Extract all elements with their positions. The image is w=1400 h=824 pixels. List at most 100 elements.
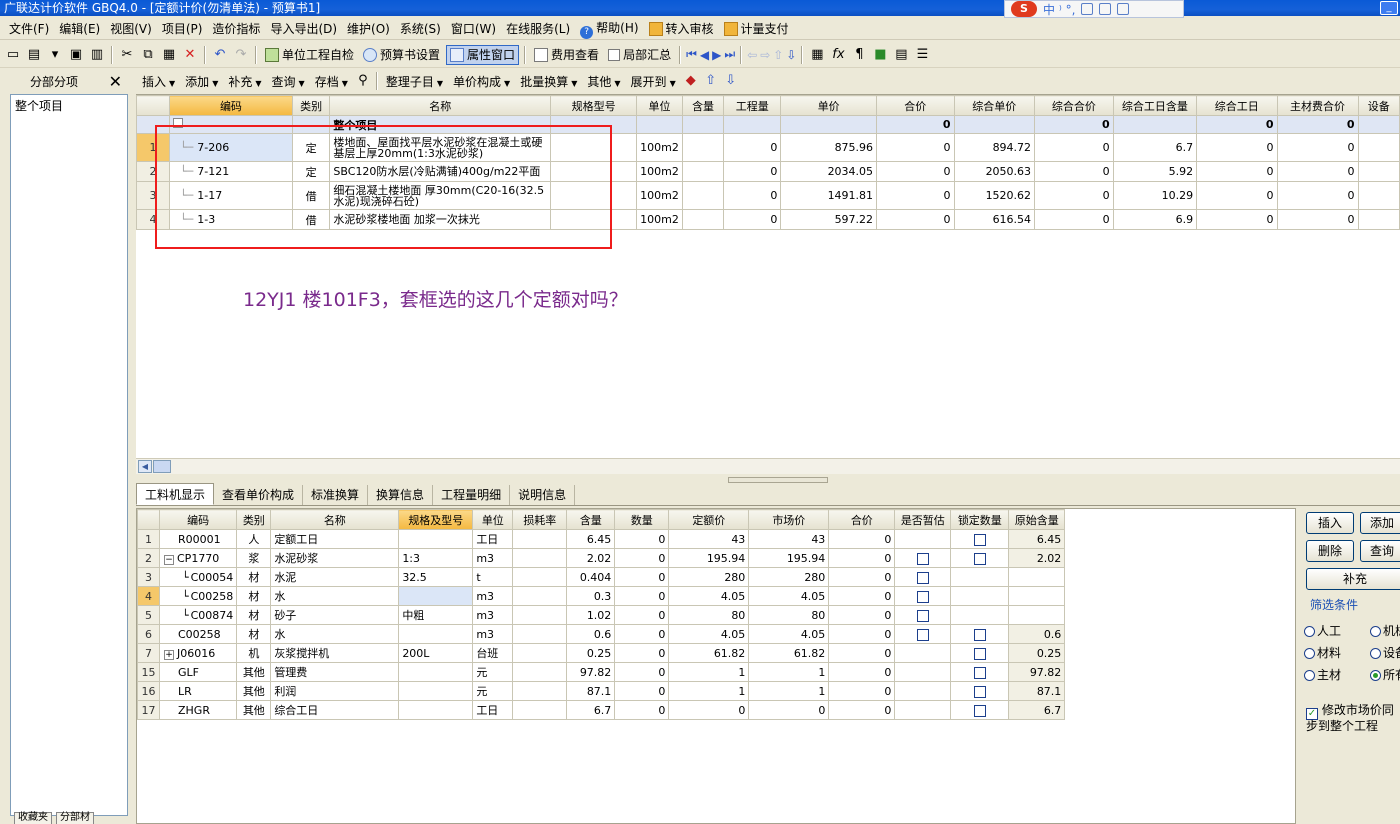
resource-market-price[interactable]: 195.94 bbox=[748, 548, 830, 568]
open-icon[interactable]: ▥ bbox=[88, 46, 106, 64]
col-header[interactable]: 单位 bbox=[472, 509, 514, 530]
menu-item-8[interactable]: 窗口(W) bbox=[446, 19, 501, 39]
menu-item-6[interactable]: 维护(O) bbox=[342, 19, 395, 39]
resource-code[interactable]: + J06016 bbox=[158, 643, 238, 663]
checkbox-icon[interactable] bbox=[916, 609, 929, 622]
undo-icon[interactable]: ↶ bbox=[211, 46, 229, 64]
col-header[interactable]: 含量 bbox=[566, 509, 616, 530]
redo-icon[interactable]: ↷ bbox=[232, 46, 250, 64]
quota-spec[interactable] bbox=[550, 181, 638, 210]
partial-summary-toggle[interactable]: 局部汇总 bbox=[605, 45, 674, 65]
grid-tool-1[interactable]: 添加 ▼ bbox=[181, 73, 222, 90]
tab-2[interactable]: 标准换算 bbox=[303, 485, 369, 505]
quota-unit[interactable]: 100m2 bbox=[636, 181, 683, 210]
tab-1[interactable]: 查看单价构成 bbox=[214, 485, 304, 505]
lock-qty-cell[interactable] bbox=[950, 700, 1010, 720]
resource-name[interactable]: 水泥 bbox=[270, 567, 400, 587]
col-header[interactable]: 市场价 bbox=[748, 509, 830, 530]
col-header[interactable]: 定额价 bbox=[668, 509, 750, 530]
open-folder-icon[interactable]: ▤ bbox=[25, 46, 43, 64]
add-button[interactable]: 添加 bbox=[1360, 512, 1400, 534]
resource-spec[interactable] bbox=[398, 624, 474, 644]
quota-unit[interactable]: 100m2 bbox=[636, 209, 683, 230]
move-right-icon[interactable]: ⇨ bbox=[760, 48, 770, 62]
property-window-button[interactable]: 属性窗口 bbox=[446, 44, 520, 65]
move-left-icon[interactable]: ⇦ bbox=[747, 48, 757, 62]
radio-icon[interactable] bbox=[1304, 648, 1315, 659]
resource-row[interactable]: 3 └ C00054 材水泥 32.5 t 0.404 0 280 280 0 bbox=[137, 567, 1066, 587]
checkbox-icon[interactable] bbox=[916, 628, 929, 641]
quota-type[interactable]: 定 bbox=[291, 161, 331, 182]
row-number[interactable]: 16 bbox=[137, 681, 160, 701]
col-header[interactable]: 合价 bbox=[876, 95, 955, 116]
quota-qty[interactable]: 0 bbox=[723, 161, 782, 182]
quota-spec[interactable] bbox=[550, 161, 638, 182]
resource-type[interactable]: 其他 bbox=[236, 700, 272, 720]
resource-name[interactable]: 管理费 bbox=[270, 662, 400, 682]
col-header[interactable]: 编码 bbox=[158, 509, 238, 530]
resource-content[interactable]: 0.25 bbox=[566, 643, 616, 663]
menu-item-5[interactable]: 导入导出(D) bbox=[265, 19, 342, 39]
lock-qty-cell[interactable] bbox=[950, 681, 1010, 701]
quota-unit[interactable]: 100m2 bbox=[636, 133, 683, 162]
radio-icon[interactable] bbox=[1304, 670, 1315, 681]
row-number[interactable]: 6 bbox=[137, 624, 160, 644]
checkbox-icon[interactable] bbox=[973, 666, 986, 679]
quota-code[interactable]: └─ 1-17 bbox=[169, 181, 293, 210]
resource-market-price[interactable]: 280 bbox=[748, 567, 830, 587]
quota-content[interactable] bbox=[681, 161, 725, 182]
col-header[interactable]: 合价 bbox=[828, 509, 896, 530]
lock-qty-cell[interactable] bbox=[950, 529, 1010, 549]
checkbox-icon[interactable] bbox=[973, 552, 986, 565]
grid-tool-5[interactable]: 整理子目 ▼ bbox=[382, 73, 447, 90]
menu-item-4[interactable]: 造价指标 bbox=[207, 19, 265, 39]
filter-material[interactable]: 材料 bbox=[1304, 644, 1341, 661]
grid-tool-0[interactable]: 插入 ▼ bbox=[138, 73, 179, 90]
new-file-icon[interactable]: ▭ bbox=[4, 46, 22, 64]
grid-tool-2[interactable]: 补充 ▼ bbox=[224, 73, 265, 90]
arrow-down-icon[interactable]: ⇩ bbox=[722, 72, 740, 90]
sync-market-price-option[interactable]: ✓ 修改市场价同步到整个工程 bbox=[1306, 704, 1400, 732]
col-header[interactable]: 锁定数量 bbox=[950, 509, 1010, 530]
quota-name[interactable]: 细石混凝土楼地面 厚30mm(C20-16(32.5水泥)现浇碎石砼) bbox=[329, 181, 552, 210]
resource-market-price[interactable]: 61.82 bbox=[748, 643, 830, 663]
delete-icon[interactable]: ✕ bbox=[181, 46, 199, 64]
resource-loss[interactable] bbox=[512, 700, 568, 720]
radio-icon[interactable] bbox=[1370, 648, 1381, 659]
resource-name[interactable]: 水 bbox=[270, 624, 400, 644]
col-header[interactable]: 是否暂估 bbox=[894, 509, 952, 530]
budget-row[interactable]: 1 └─ 7-206 定楼地面、屋面找平层水泥砂浆在混凝土或硬基层上厚20mm(1:3… bbox=[136, 133, 1400, 162]
filter-equipment[interactable]: 设备 bbox=[1370, 644, 1400, 661]
minimize-button[interactable]: _ bbox=[1380, 1, 1398, 15]
copy-icon[interactable]: ⧉ bbox=[139, 46, 157, 64]
resource-row[interactable]: 15 GLF 其他 管理费元 97.82 0 1 1 0 97.82 bbox=[137, 662, 1066, 682]
row-number[interactable]: 2 bbox=[137, 548, 160, 568]
col-header[interactable]: 单位 bbox=[636, 95, 683, 116]
quota-type[interactable]: 借 bbox=[291, 181, 331, 210]
temp-estimate-cell[interactable] bbox=[894, 624, 952, 644]
folder-dropdown-icon[interactable]: ▾ bbox=[46, 46, 64, 64]
col-header[interactable]: 主材费合价 bbox=[1276, 95, 1359, 116]
resource-loss[interactable] bbox=[512, 567, 568, 587]
quota-qty[interactable]: 0 bbox=[723, 181, 782, 210]
row-number[interactable]: 7 bbox=[137, 643, 160, 663]
resource-spec[interactable]: 200L bbox=[398, 643, 474, 663]
menu-item-10[interactable]: ? 帮助(H) bbox=[575, 18, 643, 39]
resource-content[interactable]: 6.7 bbox=[566, 700, 616, 720]
print-icon[interactable]: ▤ bbox=[892, 46, 910, 64]
resource-content[interactable]: 6.45 bbox=[566, 529, 616, 549]
checkbox-icon[interactable] bbox=[973, 704, 986, 717]
menu-item-11[interactable]: 转入审核 bbox=[644, 19, 719, 39]
resource-spec[interactable]: 32.5 bbox=[398, 567, 474, 587]
resource-name[interactable]: 砂子 bbox=[270, 605, 400, 625]
menu-item-2[interactable]: 视图(V) bbox=[105, 19, 157, 39]
col-header[interactable]: 工程量 bbox=[723, 95, 782, 116]
query-button[interactable]: 查询 bbox=[1360, 540, 1400, 562]
resource-market-price[interactable]: 4.05 bbox=[748, 624, 830, 644]
resource-unit[interactable]: m3 bbox=[472, 605, 514, 625]
row-number[interactable]: 17 bbox=[137, 700, 160, 720]
temp-estimate-cell[interactable] bbox=[894, 586, 952, 606]
resource-row[interactable]: 2− CP1770 浆水泥砂浆 1:3 m3 2.02 0 195.94 195.94 0 2.02 bbox=[137, 548, 1066, 568]
binoculars-icon[interactable]: ⚲ bbox=[354, 72, 372, 90]
quota-name[interactable]: 楼地面、屋面找平层水泥砂浆在混凝土或硬基层上厚20mm(1:3水泥砂浆) bbox=[329, 133, 552, 162]
